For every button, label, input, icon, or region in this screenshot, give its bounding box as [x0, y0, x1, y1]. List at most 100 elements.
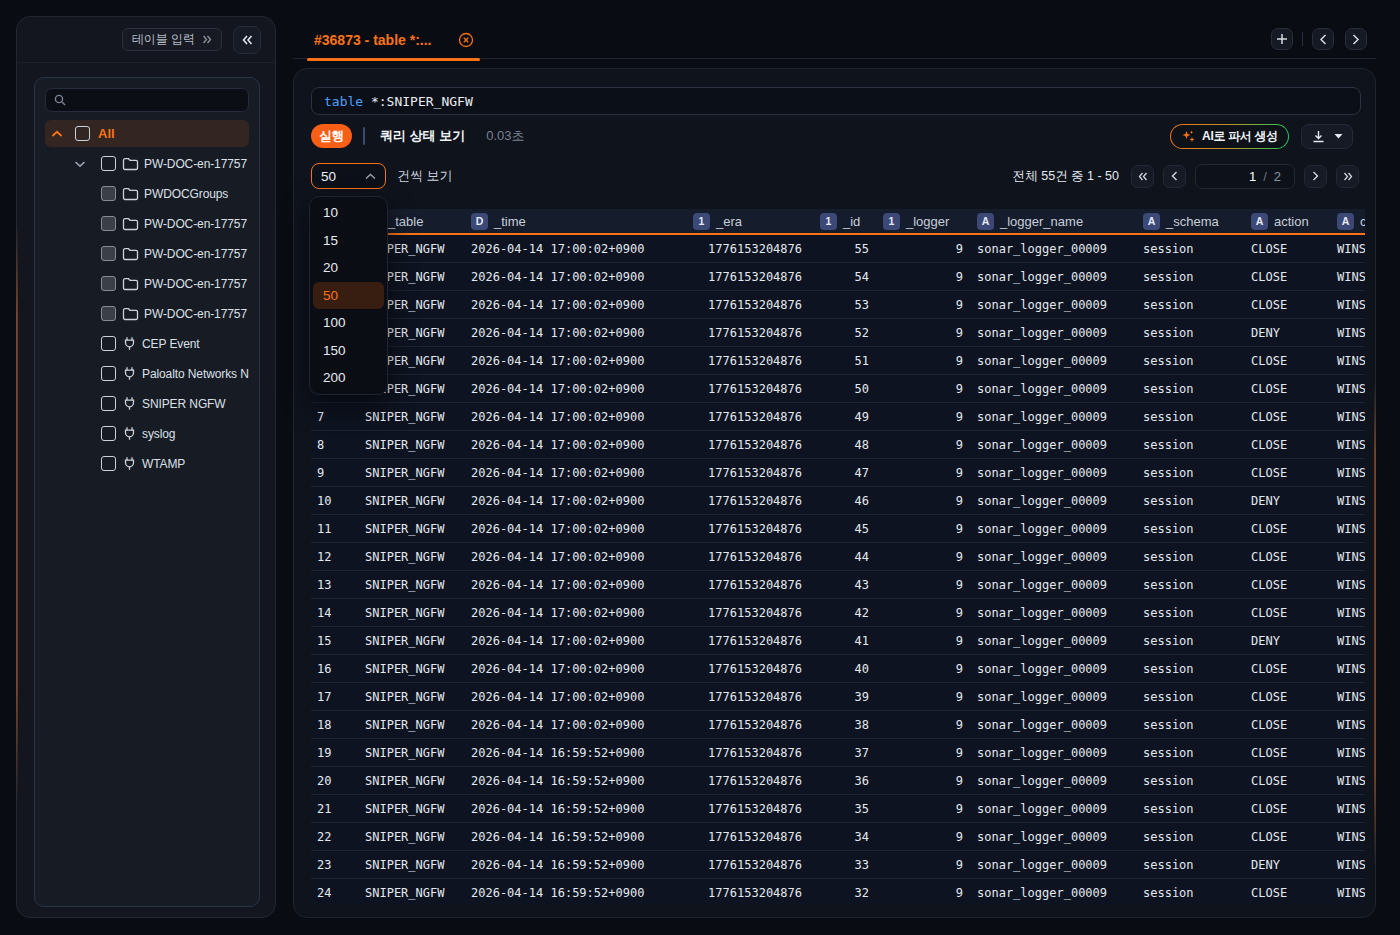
- table-row[interactable]: 20SNIPER_NGFW2026-04-14 16:59:52+0900177…: [311, 767, 1365, 795]
- table-row[interactable]: 16SNIPER_NGFW2026-04-14 17:00:02+0900177…: [311, 655, 1365, 683]
- download-button[interactable]: [1301, 124, 1353, 149]
- tree-item-pw-doc-en-17757[interactable]: PW-DOC-en-17757: [45, 150, 253, 177]
- checkbox[interactable]: [101, 366, 116, 381]
- table-input-button[interactable]: 테이블 입력: [122, 28, 222, 51]
- column-header-_logger_name[interactable]: A_logger_name: [969, 209, 1135, 233]
- last-page-button[interactable]: [1336, 165, 1359, 188]
- cell: WINS: [1331, 655, 1365, 682]
- column-header-action[interactable]: Aaction: [1245, 209, 1331, 233]
- checkbox[interactable]: [101, 216, 116, 231]
- checkbox[interactable]: [101, 306, 116, 321]
- column-header-_id[interactable]: 1_id: [812, 209, 875, 233]
- column-header-_era[interactable]: 1_era: [685, 209, 812, 233]
- prev-page-button[interactable]: [1163, 165, 1186, 188]
- column-type-badge: A: [1251, 213, 1268, 230]
- query-input[interactable]: table *:SNIPER_NGFW: [311, 87, 1361, 115]
- checkbox[interactable]: [101, 336, 116, 351]
- table-row[interactable]: 17SNIPER_NGFW2026-04-14 17:00:02+0900177…: [311, 683, 1365, 711]
- tree-item-paloalto-networks-n[interactable]: Paloalto Networks N: [45, 360, 253, 387]
- tree-item-pw-doc-en-17757[interactable]: PW-DOC-en-17757: [45, 210, 253, 237]
- tree-item-cep-event[interactable]: CEP Event: [45, 330, 253, 357]
- tree-item-all[interactable]: All: [45, 120, 249, 147]
- cell: 9: [875, 655, 969, 682]
- cell: 1776153204876: [685, 851, 812, 878]
- table-row[interactable]: 2SNIPER_NGFW2026-04-14 17:00:02+09001776…: [311, 263, 1365, 291]
- elapsed-time: 0.03초: [486, 127, 524, 145]
- table-row[interactable]: 21SNIPER_NGFW2026-04-14 16:59:52+0900177…: [311, 795, 1365, 823]
- cell: 23: [311, 851, 359, 878]
- close-icon[interactable]: [458, 32, 474, 48]
- caret-down-icon[interactable]: [1334, 133, 1343, 139]
- table-row[interactable]: 15SNIPER_NGFW2026-04-14 17:00:02+0900177…: [311, 627, 1365, 655]
- next-page-button[interactable]: [1304, 165, 1327, 188]
- page-size-option-200[interactable]: 200: [313, 364, 384, 392]
- page-size-option-10[interactable]: 10: [313, 199, 384, 227]
- table-row[interactable]: 19SNIPER_NGFW2026-04-14 16:59:52+0900177…: [311, 739, 1365, 767]
- table-row[interactable]: 9SNIPER_NGFW2026-04-14 17:00:02+09001776…: [311, 459, 1365, 487]
- table-row[interactable]: 10SNIPER_NGFW2026-04-14 17:00:02+0900177…: [311, 487, 1365, 515]
- tab-query[interactable]: #36873 - table *:...: [307, 20, 480, 59]
- table-row[interactable]: 4SNIPER_NGFW2026-04-14 17:00:02+09001776…: [311, 319, 1365, 347]
- next-tab-button[interactable]: [1345, 28, 1367, 50]
- cell: SNIPER_NGFW: [359, 515, 463, 542]
- table-row[interactable]: 22SNIPER_NGFW2026-04-14 16:59:52+0900177…: [311, 823, 1365, 851]
- checkbox[interactable]: [101, 396, 116, 411]
- page-size-option-150[interactable]: 150: [313, 337, 384, 365]
- sidebar-collapse-button[interactable]: [233, 26, 261, 54]
- table-row[interactable]: 3SNIPER_NGFW2026-04-14 17:00:02+09001776…: [311, 291, 1365, 319]
- tree-item-pwdocgroups[interactable]: PWDOCGroups: [45, 180, 253, 207]
- checkbox[interactable]: [101, 276, 116, 291]
- tree-item-syslog[interactable]: syslog: [45, 420, 253, 447]
- column-header-_schema[interactable]: A_schema: [1135, 209, 1245, 233]
- cell: 8: [311, 431, 359, 458]
- page-size-option-100[interactable]: 100: [313, 309, 384, 337]
- table-row[interactable]: 6SNIPER_NGFW2026-04-14 17:00:02+09001776…: [311, 375, 1365, 403]
- checkbox[interactable]: [101, 186, 116, 201]
- cell: SNIPER_NGFW: [359, 879, 463, 905]
- ai-parser-button[interactable]: AI로 파서 생성: [1170, 124, 1289, 149]
- table-row[interactable]: 8SNIPER_NGFW2026-04-14 17:00:02+09001776…: [311, 431, 1365, 459]
- table-row[interactable]: 1SNIPER_NGFW2026-04-14 17:00:02+09001776…: [311, 235, 1365, 263]
- table-row[interactable]: 23SNIPER_NGFW2026-04-14 16:59:52+0900177…: [311, 851, 1365, 879]
- cell: sonar_logger_00009: [969, 263, 1135, 290]
- cell: 2026-04-14 17:00:02+0900: [463, 599, 685, 626]
- tree-item-pw-doc-en-17757[interactable]: PW-DOC-en-17757: [45, 270, 253, 297]
- cell: 2026-04-14 17:00:02+0900: [463, 571, 685, 598]
- add-tab-button[interactable]: [1271, 28, 1293, 50]
- column-header-_time[interactable]: D_time: [463, 209, 685, 233]
- cell: 1776153204876: [685, 319, 812, 346]
- table-row[interactable]: 18SNIPER_NGFW2026-04-14 17:00:02+0900177…: [311, 711, 1365, 739]
- table-row[interactable]: 14SNIPER_NGFW2026-04-14 17:00:02+0900177…: [311, 599, 1365, 627]
- column-header-_logger[interactable]: 1_logger: [875, 209, 969, 233]
- cell: sonar_logger_00009: [969, 515, 1135, 542]
- tree-item-wtamp[interactable]: WTAMP: [45, 450, 253, 477]
- checkbox[interactable]: [101, 246, 116, 261]
- page-number-input[interactable]: [1244, 169, 1256, 184]
- page-size-option-50[interactable]: 50: [313, 282, 384, 310]
- table-row[interactable]: 13SNIPER_NGFW2026-04-14 17:00:02+0900177…: [311, 571, 1365, 599]
- cell: sonar_logger_00009: [969, 487, 1135, 514]
- column-header-c[interactable]: Ac: [1331, 209, 1365, 233]
- tree-item-sniper-ngfw[interactable]: SNIPER NGFW: [45, 390, 253, 417]
- query-panel: table *:SNIPER_NGFW 실행 쿼리 상태 보기 0.03초 AI…: [293, 68, 1376, 918]
- table-row[interactable]: 24SNIPER_NGFW2026-04-14 16:59:52+0900177…: [311, 879, 1365, 905]
- table-row[interactable]: 7SNIPER_NGFW2026-04-14 17:00:02+09001776…: [311, 403, 1365, 431]
- first-page-button[interactable]: [1131, 165, 1154, 188]
- tree-item-pw-doc-en-17757[interactable]: PW-DOC-en-17757: [45, 300, 253, 327]
- page-size-option-15[interactable]: 15: [313, 227, 384, 255]
- table-row[interactable]: 11SNIPER_NGFW2026-04-14 17:00:02+0900177…: [311, 515, 1365, 543]
- tree-search-input[interactable]: [72, 93, 240, 107]
- page-size-option-20[interactable]: 20: [313, 254, 384, 282]
- query-status-link[interactable]: 쿼리 상태 보기: [380, 127, 465, 145]
- cell: sonar_logger_00009: [969, 459, 1135, 486]
- tree-item-pw-doc-en-17757[interactable]: PW-DOC-en-17757: [45, 240, 253, 267]
- checkbox[interactable]: [101, 426, 116, 441]
- run-button[interactable]: 실행: [311, 124, 352, 148]
- table-row[interactable]: 12SNIPER_NGFW2026-04-14 17:00:02+0900177…: [311, 543, 1365, 571]
- prev-tab-button[interactable]: [1312, 28, 1334, 50]
- checkbox[interactable]: [75, 126, 90, 141]
- page-size-select[interactable]: 50: [311, 163, 386, 189]
- checkbox[interactable]: [101, 156, 116, 171]
- table-row[interactable]: 5SNIPER_NGFW2026-04-14 17:00:02+09001776…: [311, 347, 1365, 375]
- checkbox[interactable]: [101, 456, 116, 471]
